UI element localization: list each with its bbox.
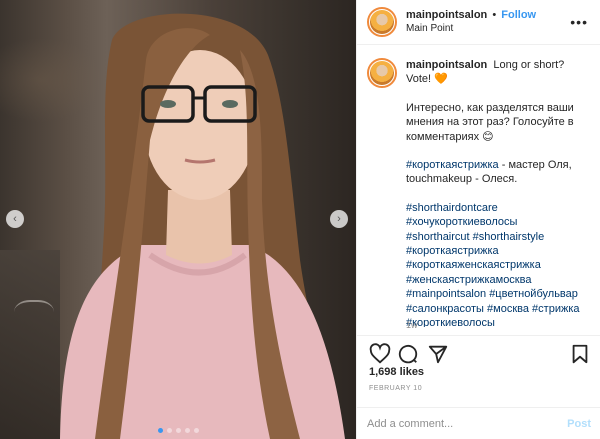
caption-avatar[interactable] [367, 58, 397, 88]
hashtag-link[interactable]: #shorthairstyle [473, 231, 545, 243]
hashtag-link[interactable]: #цветнойбульвар [489, 288, 578, 300]
bookmark-icon[interactable] [569, 343, 591, 365]
hashtag-link[interactable]: #хочукороткиеволосы [406, 216, 517, 228]
avatar[interactable] [367, 7, 397, 37]
hashtag-link[interactable]: #короткиеволосы [406, 317, 495, 327]
heart-emoji: 🧡 [434, 73, 448, 86]
carousel-dot [167, 428, 172, 433]
post-side-panel: mainpointsalon • Follow Main Point ••• m… [356, 0, 600, 439]
hashtag-list: #shorthairdontcare #хочукороткиеволосы #… [406, 201, 584, 327]
time-ago[interactable]: 1w [406, 320, 418, 330]
hashtag-link[interactable]: #короткаяженскаястрижка [406, 259, 541, 271]
hashtag-link[interactable]: #shorthairdontcare [406, 202, 498, 214]
hashtag-link[interactable]: #shorthaircut [406, 231, 470, 243]
share-icon[interactable] [427, 343, 449, 365]
likes-count[interactable]: 1,698 likes [369, 366, 424, 378]
hashtag-link[interactable]: #mainpointsalon [406, 288, 486, 300]
more-horizontal-icon[interactable]: ••• [570, 14, 588, 30]
heart-icon[interactable] [369, 343, 391, 365]
post-photo[interactable]: ‹ › [0, 0, 356, 439]
chevron-right-icon: › [337, 213, 341, 225]
hashtag-link[interactable]: #салонкрасоты [406, 303, 484, 315]
carousel-next-button[interactable]: › [330, 210, 348, 228]
comment-bar: Post [357, 407, 600, 439]
portrait-illustration [60, 13, 345, 439]
action-bar [357, 335, 600, 370]
caption-text: mainpointsalon Long or short? Vote! 🧡 Ин… [406, 58, 584, 327]
carousel-dot [158, 428, 163, 433]
hashtag-link[interactable]: #москва [487, 303, 529, 315]
location-link[interactable]: Main Point [406, 22, 536, 36]
chevron-left-icon: ‹ [13, 213, 17, 225]
caption-area: mainpointsalon Long or short? Vote! 🧡 Ин… [357, 45, 600, 327]
hashtag-link[interactable]: #женскаястрижкамосква [406, 274, 531, 286]
post-date[interactable]: FEBRUARY 10 [369, 385, 422, 392]
carousel-dot [194, 428, 199, 433]
hashtag-link[interactable]: #короткаястрижка [406, 245, 499, 257]
carousel-dot [185, 428, 190, 433]
caption-paragraph-2: Интересно, как разделятся ваши мнения на… [406, 101, 574, 143]
separator-dot: • [492, 9, 497, 21]
hashtag-link[interactable]: #короткаястрижка [406, 159, 499, 171]
post-button[interactable]: Post [567, 418, 591, 430]
carousel-dot [176, 428, 181, 433]
carousel-prev-button[interactable]: ‹ [6, 210, 24, 228]
post-header: mainpointsalon • Follow Main Point ••• [357, 0, 600, 45]
hashtag-link[interactable]: #стрижка [532, 303, 579, 315]
comment-icon[interactable] [397, 343, 419, 365]
header-username[interactable]: mainpointsalon [406, 9, 487, 21]
caption-username[interactable]: mainpointsalon [406, 59, 487, 71]
carousel-dots [158, 428, 199, 433]
comment-input[interactable] [367, 417, 568, 430]
follow-button[interactable]: Follow [501, 9, 536, 21]
